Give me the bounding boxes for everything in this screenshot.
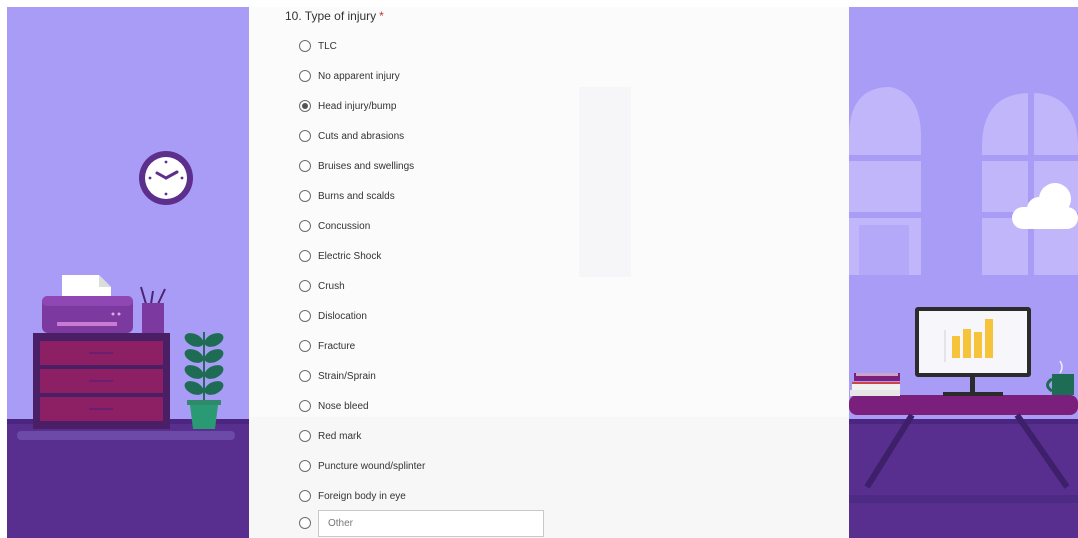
option-puncture-wound-splinter[interactable]: Puncture wound/splinter (299, 456, 425, 476)
clock-icon (139, 151, 193, 205)
option-label: Foreign body in eye (318, 490, 406, 502)
option-label: No apparent injury (318, 70, 400, 82)
radio-button[interactable] (299, 430, 311, 442)
option-cuts-and-abrasions[interactable]: Cuts and abrasions (299, 126, 404, 146)
radio-button[interactable] (299, 190, 311, 202)
books-icon (850, 373, 900, 396)
other-text-input[interactable] (318, 510, 544, 537)
option-label: TLC (318, 40, 337, 52)
option-strain-sprain[interactable]: Strain/Sprain (299, 366, 376, 386)
option-electric-shock[interactable]: Electric Shock (299, 246, 381, 266)
option-red-mark[interactable]: Red mark (299, 426, 361, 446)
radio-button[interactable] (299, 490, 311, 502)
radio-button[interactable] (299, 460, 311, 472)
option-label: Bruises and swellings (318, 160, 415, 172)
option-bruises-and-swellings[interactable]: Bruises and swellings (299, 156, 414, 176)
form-page: 10. Type of injury * TLC No apparent inju… (0, 0, 1078, 538)
option-crush[interactable]: Crush (299, 276, 345, 296)
radio-button[interactable] (299, 160, 311, 172)
option-no-apparent-injury[interactable]: No apparent injury (299, 66, 400, 86)
option-head-injury-bump[interactable]: Head injury/bump (299, 96, 396, 116)
option-foreign-body-in-eye[interactable]: Foreign body in eye (299, 486, 406, 506)
radio-button[interactable] (299, 130, 311, 142)
option-other[interactable] (299, 513, 311, 533)
option-label: Cuts and abrasions (318, 130, 405, 142)
option-label: Concussion (318, 220, 371, 232)
option-dislocation[interactable]: Dislocation (299, 306, 367, 326)
option-nose-bleed[interactable]: Nose bleed (299, 396, 369, 416)
option-label: Dislocation (318, 310, 367, 322)
option-label: Red mark (318, 430, 362, 442)
option-label: Nose bleed (318, 400, 369, 412)
option-fracture[interactable]: Fracture (299, 336, 355, 356)
option-label: Head injury/bump (318, 100, 397, 112)
option-label: Crush (318, 280, 345, 292)
option-label: Strain/Sprain (318, 370, 376, 382)
radio-button[interactable] (299, 40, 311, 52)
question-title-text: 10. Type of injury (285, 9, 377, 23)
option-label: Puncture wound/splinter (318, 460, 426, 472)
option-label: Fracture (318, 340, 356, 352)
radio-button[interactable] (299, 220, 311, 232)
option-burns-and-scalds[interactable]: Burns and scalds (299, 186, 395, 206)
radio-button[interactable] (299, 250, 311, 262)
radio-button[interactable] (299, 310, 311, 322)
radio-button[interactable] (299, 370, 311, 382)
option-concussion[interactable]: Concussion (299, 216, 370, 236)
option-label: Burns and scalds (318, 190, 395, 202)
radio-button[interactable] (299, 280, 311, 292)
radio-button[interactable] (299, 340, 311, 352)
option-label: Electric Shock (318, 250, 382, 262)
question-title: 10. Type of injury * (285, 9, 384, 23)
radio-button-selected[interactable] (299, 100, 311, 112)
radio-button[interactable] (299, 400, 311, 412)
radio-button[interactable] (299, 70, 311, 82)
cabinet-icon (33, 333, 170, 429)
option-tlc[interactable]: TLC (299, 36, 337, 56)
radio-button[interactable] (299, 517, 311, 529)
required-asterisk: * (379, 9, 384, 23)
